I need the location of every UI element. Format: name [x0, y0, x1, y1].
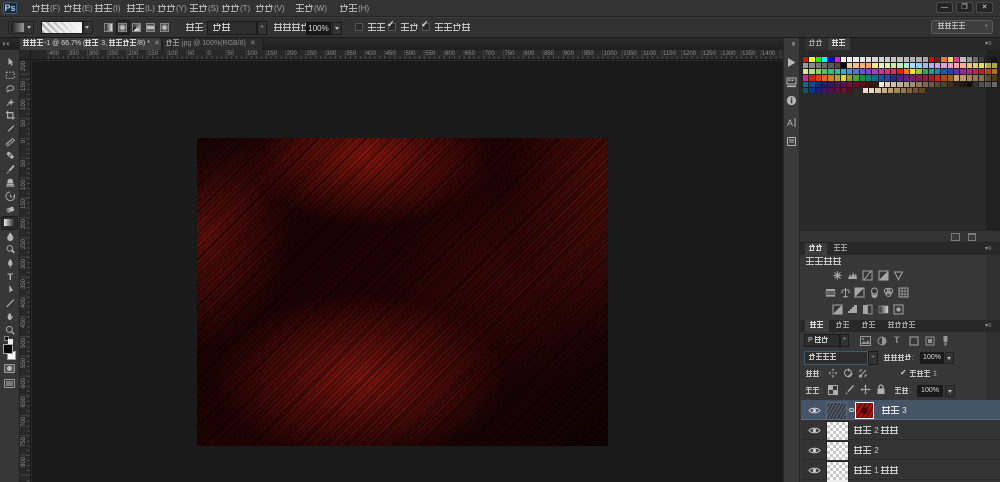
- svg-text:A: A: [787, 118, 793, 128]
- svg-text:T: T: [7, 272, 13, 282]
